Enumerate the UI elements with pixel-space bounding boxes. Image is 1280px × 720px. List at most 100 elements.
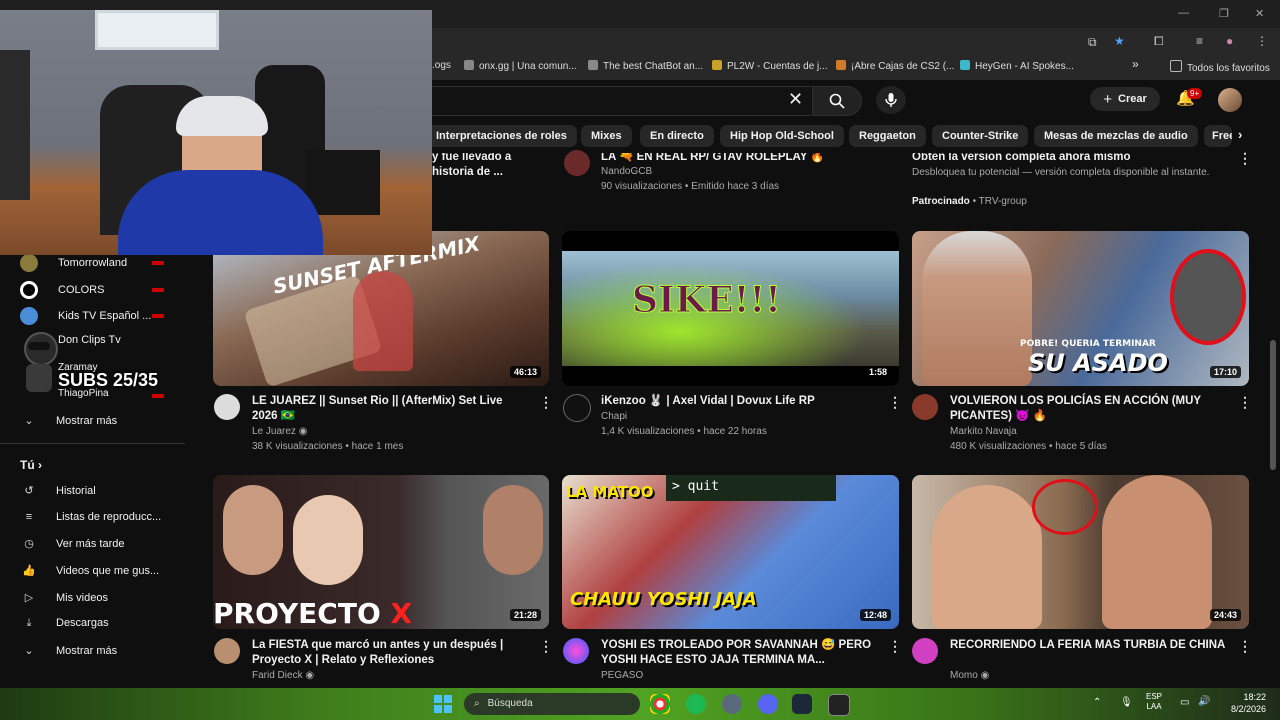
extensions-icon[interactable]: ⧠ <box>1154 34 1164 49</box>
channel-name[interactable]: Markito Navaja <box>950 424 1017 439</box>
chip-filter[interactable]: Mixes <box>581 125 632 147</box>
windows-start-icon[interactable] <box>434 695 452 713</box>
taskbar-clock[interactable]: 18:22 8/2/2026 <box>1222 691 1266 715</box>
channel-avatar[interactable] <box>214 638 240 664</box>
video-thumbnail[interactable]: 24:43 <box>912 475 1249 629</box>
chip-filter[interactable]: Counter-Strike <box>932 125 1029 147</box>
clear-search-icon[interactable]: ✕ <box>788 89 803 110</box>
more-options-icon[interactable]: ⋮ <box>539 394 553 411</box>
video-thumbnail[interactable]: PROYECTO X 21:28 <box>213 475 549 629</box>
more-options-icon[interactable]: ⋮ <box>1238 638 1252 655</box>
webcam-box <box>305 150 380 215</box>
taskbar-search[interactable]: ⌕ Búsqueda <box>464 693 640 715</box>
video-title-partial[interactable]: y fue llevado a historia de ... <box>432 153 542 180</box>
more-options-icon[interactable]: ⋮ <box>539 638 553 655</box>
sidebar-subscription[interactable]: COLORS <box>20 281 104 299</box>
video-thumbnail[interactable]: > quit LA MATOO CHAUU YOSHI JAJA 12:48 <box>562 475 899 629</box>
sidebar-item-playlists[interactable]: ≡ Listas de reproducc... <box>20 511 161 523</box>
tray-chevron-icon[interactable]: ⌃ <box>1093 697 1101 708</box>
cast-icon[interactable]: ⧉ <box>1088 35 1097 50</box>
video-title[interactable]: iKenzoo 🐰 | Axel Vidal | Dovux Life RP <box>601 394 873 409</box>
sidebar-item-downloads[interactable]: ⤓ Descargas <box>20 617 109 630</box>
channel-name[interactable]: Chapi <box>601 409 627 424</box>
create-button[interactable]: + Crear <box>1090 87 1160 111</box>
bookmark-item[interactable]: ¡Abre Cajas de CS2 (... <box>836 60 954 72</box>
more-options-icon[interactable]: ⋮ <box>888 394 902 411</box>
video-title[interactable]: RECORRIENDO LA FERIA MAS TURBIA DE CHINA <box>950 638 1230 653</box>
sidebar-subscription[interactable]: Don Clips Tv <box>58 334 121 346</box>
steam-icon[interactable] <box>792 694 812 714</box>
more-options-icon[interactable]: ⋮ <box>1238 394 1252 411</box>
settings-gear-icon[interactable] <box>722 694 742 714</box>
channel-avatar[interactable] <box>912 394 938 420</box>
search-button[interactable] <box>812 86 862 116</box>
more-options-icon[interactable]: ⋮ <box>888 638 902 655</box>
video-thumbnail[interactable]: POBRE! QUERIA TERMINAR SU ASADO 17:10 <box>912 231 1249 386</box>
chrome-icon[interactable] <box>650 694 670 714</box>
sidebar-item-liked[interactable]: 👍 Videos que me gus... <box>20 564 159 577</box>
bookmark-item[interactable]: The best ChatBot an... <box>588 60 703 72</box>
bookmark-item[interactable]: HeyGen - AI Spokes... <box>960 60 1074 72</box>
channel-avatar[interactable] <box>564 150 590 176</box>
language-indicator[interactable]: ESP LAA <box>1146 692 1162 712</box>
channel-name[interactable]: Le Juarez ◉ <box>252 424 307 439</box>
volume-icon[interactable]: 🔊 <box>1198 696 1210 707</box>
channel-name[interactable]: NandoGCB <box>601 164 652 179</box>
bookmark-star-icon[interactable]: ★ <box>1114 34 1125 48</box>
bookmark-item[interactable]: onx.gg | Una comun... <box>464 60 577 72</box>
video-title[interactable]: VOLVIERON LOS POLICÍAS EN ACCIÓN (MUY PI… <box>950 394 1225 424</box>
sidebar-item-my-videos[interactable]: ▷ Mis videos <box>20 591 108 604</box>
channel-icon <box>20 281 38 299</box>
bookmark-item[interactable]: .ogs <box>432 60 451 71</box>
network-icon[interactable]: ▭ <box>1180 697 1189 708</box>
menu-icon[interactable]: ⋮ <box>1256 34 1268 48</box>
sidebar-item-label: Videos que me gus... <box>56 565 160 577</box>
video-title[interactable]: LA 🔫 EN REAL RP/ GTAV ROLEPLAY 🔥 <box>601 153 891 165</box>
channel-avatar[interactable] <box>563 394 591 422</box>
mic-tray-icon[interactable]: 🎙 <box>1120 697 1133 708</box>
profile-icon[interactable]: ● <box>1226 34 1233 48</box>
account-avatar[interactable] <box>1218 88 1242 112</box>
chip-filter[interactable]: Hip Hop Old-School <box>720 125 844 147</box>
channel-avatar[interactable] <box>912 638 938 664</box>
sidebar-you-header[interactable]: Tú › <box>20 458 42 472</box>
maximize-icon[interactable]: ❐ <box>1219 7 1229 20</box>
channel-name[interactable]: Farid Dieck ◉ <box>252 668 314 683</box>
video-title[interactable]: LE JUAREZ || Sunset Rio || (AfterMix) Se… <box>252 394 524 424</box>
chip-filter[interactable]: Reggaeton <box>849 125 926 147</box>
channel-avatar[interactable] <box>214 394 240 420</box>
minimize-icon[interactable]: — <box>1178 7 1189 19</box>
bookmarks-overflow[interactable]: » <box>1132 57 1139 71</box>
ad-title[interactable]: Obtén la versión completa ahora mismo <box>912 153 1212 165</box>
sidebar-show-more[interactable]: ⌄ Mostrar más <box>20 644 117 657</box>
chip-filter[interactable]: Mesas de mezclas de audio <box>1034 125 1198 147</box>
more-options-icon[interactable]: ⋮ <box>1238 150 1252 167</box>
channel-name[interactable]: Momo ◉ <box>950 668 989 683</box>
all-bookmarks-folder[interactable]: Todos los favoritos <box>1170 60 1270 74</box>
chip-filter[interactable]: En directo <box>640 125 714 147</box>
sidebar-show-more[interactable]: ⌄ Mostrar más <box>20 414 117 427</box>
chips-next-icon[interactable]: › <box>1238 127 1242 142</box>
discord-icon[interactable] <box>758 694 778 714</box>
sidebar-item-history[interactable]: ↺ Historial <box>20 484 95 497</box>
video-title[interactable]: YOSHI ES TROLEADO POR SAVANNAH 😅 PERO YO… <box>601 638 881 668</box>
taskbar-search-label: Búsqueda <box>487 698 533 709</box>
video-thumbnail[interactable]: SIKE!!! 1:58 <box>562 231 899 386</box>
obs-icon[interactable] <box>828 694 850 716</box>
page-scrollbar[interactable] <box>1270 340 1276 470</box>
search-input[interactable] <box>420 86 811 116</box>
close-window-icon[interactable]: ✕ <box>1255 7 1264 20</box>
chip-filter[interactable]: Free <box>1204 125 1232 147</box>
sidebar-item-watch-later[interactable]: ◷ Ver más tarde <box>20 537 124 550</box>
sidebar-subscription[interactable]: Kids TV Español ... <box>20 307 151 325</box>
spotify-icon[interactable] <box>686 694 706 714</box>
media-controls-icon[interactable]: ≡ <box>1196 34 1203 48</box>
chip-filter[interactable]: Interpretaciones de roles <box>426 125 577 147</box>
sidebar-subscription[interactable]: Tomorrowland <box>20 254 127 272</box>
channel-name[interactable]: PEGASO <box>601 668 643 683</box>
channel-label: Momo <box>950 670 978 681</box>
channel-avatar[interactable] <box>563 638 589 664</box>
video-title[interactable]: La FIESTA que marcó un antes y un despué… <box>252 638 532 668</box>
voice-search-button[interactable] <box>876 86 906 114</box>
bookmark-item[interactable]: PL2W - Cuentas de j... <box>712 60 828 72</box>
